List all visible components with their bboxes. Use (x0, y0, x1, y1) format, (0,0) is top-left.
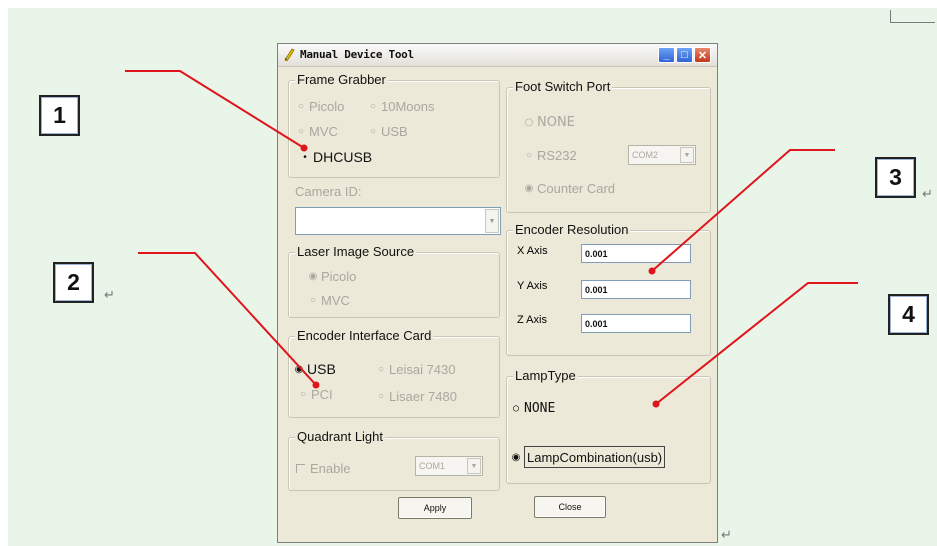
callout-dot-3 (648, 267, 656, 275)
callout-line-1 (125, 70, 305, 149)
callout-lines (125, 70, 858, 408)
callout-dot-4 (652, 400, 660, 408)
callout-dot-2 (312, 381, 320, 389)
callout-line-2 (138, 252, 317, 386)
callout-line-3 (651, 149, 835, 272)
callout-line-4 (655, 282, 858, 405)
callout-dot-1 (300, 144, 308, 152)
